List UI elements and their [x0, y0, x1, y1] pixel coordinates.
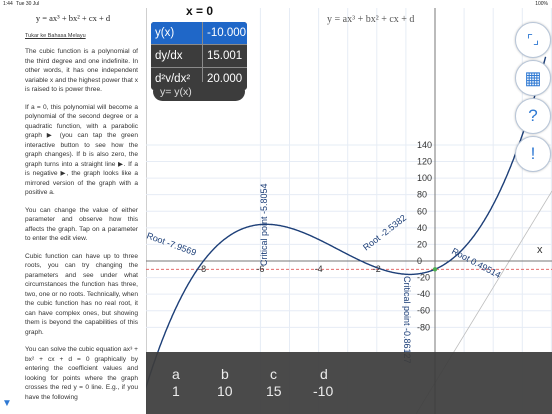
y-tick-label: 120 — [417, 157, 432, 167]
y-tick-label: 80 — [417, 190, 427, 200]
current-point-marker — [432, 267, 438, 272]
y-tick-label: 20 — [417, 239, 427, 249]
x-tick-label: -4 — [315, 264, 323, 274]
y-tick-label: 140 — [417, 140, 432, 150]
y-tick-label: -80 — [417, 322, 430, 332]
status-date: Tue 30 Jul — [16, 1, 40, 7]
x-tick-label: -8 — [198, 264, 206, 274]
param-b-value[interactable]: 10 — [217, 383, 233, 399]
paragraph-4: Cubic function can have up to three root… — [25, 252, 139, 336]
values-panel[interactable]: y(x) -10.000 dy/dx 15.001 d²y/dx² 20.000 — [151, 22, 247, 90]
value-row-dydx[interactable]: dy/dx 15.001 — [151, 45, 247, 68]
root-annotation-2: Root -2.5382 — [361, 213, 408, 253]
root-annotation-3: Root 0.49514 — [450, 246, 502, 280]
x-tick-label: -2 — [373, 264, 381, 274]
param-b-label[interactable]: b — [221, 366, 229, 382]
calculator-icon: ▦ — [524, 67, 542, 88]
expression-pill[interactable]: y= y(x) — [153, 82, 245, 101]
param-d-label[interactable]: d — [320, 366, 328, 382]
fullscreen-button[interactable]: ⌜⌟ — [515, 22, 551, 58]
param-c-label[interactable]: c — [270, 366, 277, 382]
graph-formula: y = ax³ + bx² + cx + d — [327, 14, 414, 25]
param-a-label[interactable]: a — [172, 366, 180, 382]
paragraph-1: The cubic function is a polynomial of th… — [25, 48, 138, 93]
help-button[interactable]: ? — [515, 98, 551, 134]
param-d-value[interactable]: -10 — [313, 383, 333, 399]
left-formula: y = ax³ + bx² + cx + d — [35, 13, 111, 23]
info-icon: ! — [530, 144, 536, 163]
explanation-panel: y = ax³ + bx² + cx + d Tukar ke Bahasa M… — [0, 8, 147, 414]
value-field: 15.001 — [207, 50, 243, 62]
param-a-value[interactable]: 1 — [172, 383, 180, 399]
paragraph-2: If a = 0, this polynomial will become a … — [25, 103, 138, 197]
value-field: -10.000 — [207, 27, 247, 39]
value-row-yx[interactable]: y(x) -10.000 — [151, 22, 247, 45]
status-time: 1:44 — [3, 1, 13, 7]
status-battery: 100% — [535, 1, 548, 7]
language-link[interactable]: Tukar ke Bahasa Melayu — [25, 33, 146, 39]
y-tick-label: 60 — [417, 206, 427, 216]
param-c-value[interactable]: 15 — [266, 383, 282, 399]
help-icon: ? — [528, 106, 538, 125]
y-tick-label: -20 — [417, 273, 430, 283]
info-button[interactable]: ! — [515, 136, 551, 172]
y-tick-label: -60 — [417, 306, 430, 316]
paragraph-5: You can solve the cubic equation ax³ + b… — [25, 346, 138, 401]
parameters-bar[interactable]: a b c d 1 10 15 -10 — [146, 352, 552, 414]
y-tick-label: 0 — [417, 256, 422, 266]
paragraph-3: You can change the value of either param… — [25, 206, 138, 243]
x-axis-label: x — [537, 244, 543, 256]
value-label: y(x) — [151, 22, 203, 44]
critical-point-annotation-1: Critical point -5.8054 — [259, 183, 269, 266]
fullscreen-icon: ⌜⌟ — [526, 32, 540, 47]
calculator-button[interactable]: ▦ — [515, 60, 551, 96]
status-bar: 1:44 Tue 30 Jul 100% — [0, 0, 552, 8]
value-label: dy/dx — [151, 45, 203, 67]
y-tick-label: -40 — [417, 289, 430, 299]
scroll-arrow-icon[interactable]: ▼ — [2, 398, 12, 409]
critical-point-annotation-2: Critical point -0.86127 — [402, 276, 412, 364]
y-tick-label: 40 — [417, 223, 427, 233]
y-tick-label: 100 — [417, 173, 432, 183]
